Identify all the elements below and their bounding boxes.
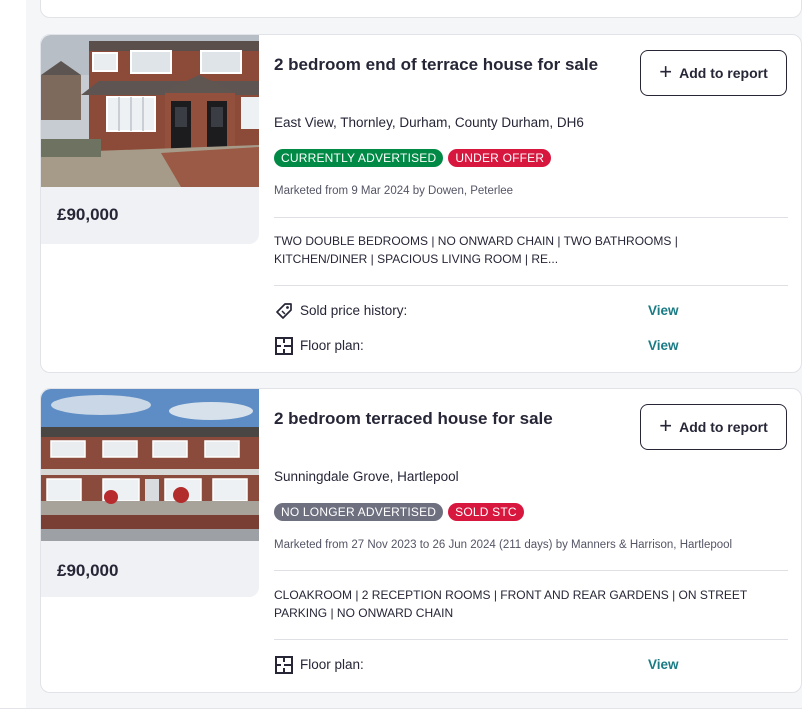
plus-icon: + (659, 59, 673, 84)
floor-plan-row: Floor plan: View (274, 654, 788, 676)
floor-plan-view-link[interactable]: View (648, 657, 679, 672)
floor-plan-icon (275, 656, 293, 674)
divider (274, 217, 788, 218)
price-tag-icon (276, 303, 292, 319)
listing-address: Sunningdale Grove, Hartlepool (274, 469, 459, 484)
listing-price: £90,000 (57, 561, 119, 580)
listing-price: £90,000 (57, 205, 119, 224)
marketed-info: Marketed from 27 Nov 2023 to 26 Jun 2024… (274, 539, 733, 551)
floor-plan-label: Floor plan: (300, 338, 364, 353)
add-to-report-button[interactable]: + Add to report (640, 404, 787, 450)
listing-title[interactable]: 2 bedroom terraced house for sale (274, 409, 553, 429)
floor-plan-row: Floor plan: View (274, 335, 788, 357)
listing-title[interactable]: 2 bedroom end of terrace house for sale (274, 55, 598, 75)
status-badges: CURRENTLY ADVERTISED UNDER OFFER (274, 149, 552, 167)
listing-summary: CLOAKROOM | 2 RECEPTION ROOMS | FRONT AN… (274, 588, 747, 620)
page-gutter (0, 0, 26, 716)
listing-card: £90,000 2 bedroom end of terrace house f… (40, 34, 802, 373)
floor-plan-label: Floor plan: (300, 657, 364, 672)
floor-plan-icon (275, 337, 293, 355)
listing-media: £90,000 (41, 389, 259, 597)
sold-price-history-label: Sold price history: (300, 303, 408, 318)
status-badges: NO LONGER ADVERTISED SOLD STC (274, 503, 524, 521)
page-footer-edge (0, 708, 802, 716)
plus-icon: + (659, 413, 673, 438)
add-to-report-button[interactable]: + Add to report (640, 50, 787, 96)
status-badge-sold-stc: SOLD STC (448, 503, 524, 521)
marketed-info: Marketed from 9 Mar 2024 by Dowen, Peter… (274, 185, 514, 197)
listing-address: East View, Thornley, Durham, County Durh… (274, 115, 584, 130)
previous-listing-card (40, 0, 802, 18)
listing-summary: TWO DOUBLE BEDROOMS | NO ONWARD CHAIN | … (274, 234, 678, 266)
divider (274, 285, 788, 286)
status-badge-no-longer-advertised: NO LONGER ADVERTISED (274, 503, 444, 521)
listing-media: £90,000 (41, 35, 259, 244)
floor-plan-view-link[interactable]: View (648, 338, 679, 353)
add-to-report-label: Add to report (679, 65, 768, 81)
property-photo[interactable] (41, 389, 259, 541)
divider (274, 639, 788, 640)
divider (274, 570, 788, 571)
sold-price-history-row: Sold price history: View (274, 300, 788, 322)
add-to-report-label: Add to report (679, 419, 768, 435)
sold-price-history-view-link[interactable]: View (648, 303, 679, 318)
status-badge-under-offer: UNDER OFFER (448, 149, 552, 167)
property-photo[interactable] (41, 35, 259, 187)
listing-card: £90,000 2 bedroom terraced house for sal… (40, 388, 802, 693)
status-badge-advertised: CURRENTLY ADVERTISED (274, 149, 444, 167)
